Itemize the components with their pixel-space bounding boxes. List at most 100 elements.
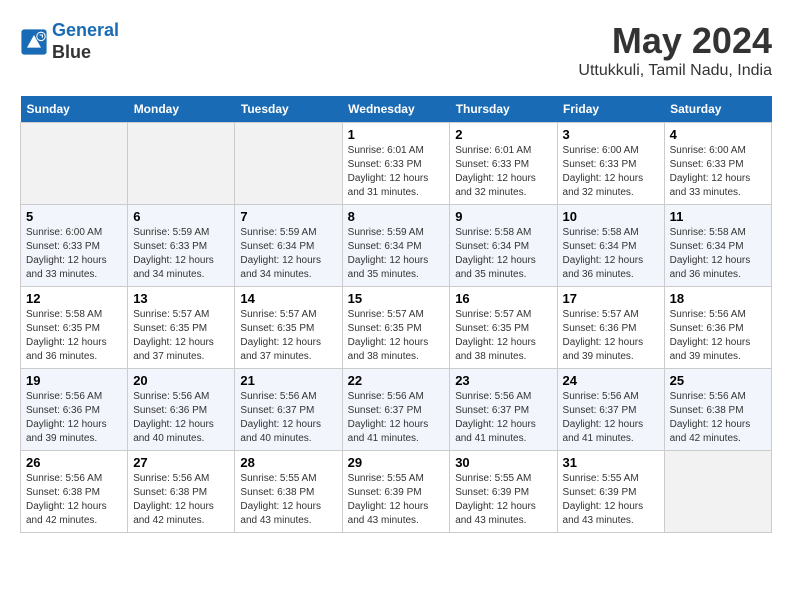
day-number: 31 <box>563 455 659 470</box>
calendar-cell: 13 Sunrise: 5:57 AMSunset: 6:35 PMDayligh… <box>128 287 235 369</box>
day-info: Sunrise: 5:55 AMSunset: 6:39 PMDaylight:… <box>348 472 445 528</box>
day-info: Sunrise: 5:59 AMSunset: 6:33 PMDaylight:… <box>133 226 229 282</box>
week-row-5: 26 Sunrise: 5:56 AMSunset: 6:38 PMDayligh… <box>21 451 772 533</box>
day-info: Sunrise: 5:57 AMSunset: 6:35 PMDaylight:… <box>240 308 336 364</box>
day-number: 21 <box>240 373 336 388</box>
calendar-header: SundayMondayTuesdayWednesdayThursdayFrid… <box>21 96 772 123</box>
day-number: 23 <box>455 373 551 388</box>
day-info: Sunrise: 5:57 AMSunset: 6:35 PMDaylight:… <box>455 308 551 364</box>
day-header-wednesday: Wednesday <box>342 96 450 123</box>
day-number: 6 <box>133 209 229 224</box>
day-info: Sunrise: 6:00 AMSunset: 6:33 PMDaylight:… <box>563 144 659 200</box>
day-number: 24 <box>563 373 659 388</box>
day-info: Sunrise: 6:01 AMSunset: 6:33 PMDaylight:… <box>455 144 551 200</box>
calendar-cell: 7 Sunrise: 5:59 AMSunset: 6:34 PMDaylight… <box>235 205 342 287</box>
day-info: Sunrise: 5:55 AMSunset: 6:39 PMDaylight:… <box>563 472 659 528</box>
day-info: Sunrise: 5:56 AMSunset: 6:38 PMDaylight:… <box>26 472 122 528</box>
day-number: 18 <box>670 291 766 306</box>
calendar-cell: 19Sunrise: 5:56 AMSunset: 6:36 PMDayligh… <box>21 369 128 451</box>
calendar-cell: 10Sunrise: 5:58 AMSunset: 6:34 PMDayligh… <box>557 205 664 287</box>
day-info: Sunrise: 5:58 AMSunset: 6:35 PMDaylight:… <box>26 308 122 364</box>
calendar-cell: 14 Sunrise: 5:57 AMSunset: 6:35 PMDayligh… <box>235 287 342 369</box>
calendar-cell: 31 Sunrise: 5:55 AMSunset: 6:39 PMDayligh… <box>557 451 664 533</box>
calendar-cell: 25 Sunrise: 5:56 AMSunset: 6:38 PMDayligh… <box>664 369 771 451</box>
day-info: Sunrise: 5:56 AMSunset: 6:38 PMDaylight:… <box>133 472 229 528</box>
calendar-cell: 15 Sunrise: 5:57 AMSunset: 6:35 PMDayligh… <box>342 287 450 369</box>
day-number: 8 <box>348 209 445 224</box>
day-info: Sunrise: 5:59 AMSunset: 6:34 PMDaylight:… <box>240 226 336 282</box>
day-number: 20 <box>133 373 229 388</box>
day-number: 29 <box>348 455 445 470</box>
day-info: Sunrise: 5:56 AMSunset: 6:37 PMDaylight:… <box>563 390 659 446</box>
calendar-cell: 24 Sunrise: 5:56 AMSunset: 6:37 PMDayligh… <box>557 369 664 451</box>
calendar-cell: 20Sunrise: 5:56 AMSunset: 6:36 PMDayligh… <box>128 369 235 451</box>
day-info: Sunrise: 5:57 AMSunset: 6:35 PMDaylight:… <box>348 308 445 364</box>
title-block: May 2024 Uttukkuli, Tamil Nadu, India <box>578 20 772 80</box>
day-info: Sunrise: 5:55 AMSunset: 6:38 PMDaylight:… <box>240 472 336 528</box>
day-info: Sunrise: 5:57 AMSunset: 6:36 PMDaylight:… <box>563 308 659 364</box>
day-number: 3 <box>563 127 659 142</box>
calendar-cell: 28 Sunrise: 5:55 AMSunset: 6:38 PMDayligh… <box>235 451 342 533</box>
day-number: 4 <box>670 127 766 142</box>
day-info: Sunrise: 5:56 AMSunset: 6:38 PMDaylight:… <box>670 390 766 446</box>
day-number: 2 <box>455 127 551 142</box>
calendar-cell: 30Sunrise: 5:55 AMSunset: 6:39 PMDayligh… <box>450 451 557 533</box>
day-number: 28 <box>240 455 336 470</box>
day-info: Sunrise: 5:57 AMSunset: 6:35 PMDaylight:… <box>133 308 229 364</box>
day-number: 16 <box>455 291 551 306</box>
calendar-cell: 12 Sunrise: 5:58 AMSunset: 6:35 PMDayligh… <box>21 287 128 369</box>
logo-line1: General <box>52 20 119 40</box>
calendar-cell: 16 Sunrise: 5:57 AMSunset: 6:35 PMDayligh… <box>450 287 557 369</box>
day-number: 25 <box>670 373 766 388</box>
calendar-cell <box>664 451 771 533</box>
calendar-cell: 4 Sunrise: 6:00 AMSunset: 6:33 PMDaylight… <box>664 123 771 205</box>
page-header: General Blue May 2024 Uttukkuli, Tamil N… <box>20 20 772 80</box>
week-row-2: 5 Sunrise: 6:00 AMSunset: 6:33 PMDaylight… <box>21 205 772 287</box>
calendar-cell: 29 Sunrise: 5:55 AMSunset: 6:39 PMDayligh… <box>342 451 450 533</box>
day-number: 12 <box>26 291 122 306</box>
calendar-cell: 8Sunrise: 5:59 AMSunset: 6:34 PMDaylight… <box>342 205 450 287</box>
day-info: Sunrise: 5:56 AMSunset: 6:36 PMDaylight:… <box>670 308 766 364</box>
day-number: 22 <box>348 373 445 388</box>
location: Uttukkuli, Tamil Nadu, India <box>578 62 772 80</box>
day-number: 30 <box>455 455 551 470</box>
day-number: 26 <box>26 455 122 470</box>
calendar-cell: 11Sunrise: 5:58 AMSunset: 6:34 PMDayligh… <box>664 205 771 287</box>
day-header-friday: Friday <box>557 96 664 123</box>
day-number: 13 <box>133 291 229 306</box>
day-info: Sunrise: 5:58 AMSunset: 6:34 PMDaylight:… <box>563 226 659 282</box>
calendar-cell: 18 Sunrise: 5:56 AMSunset: 6:36 PMDayligh… <box>664 287 771 369</box>
day-number: 5 <box>26 209 122 224</box>
week-row-4: 19Sunrise: 5:56 AMSunset: 6:36 PMDayligh… <box>21 369 772 451</box>
week-row-1: 1 Sunrise: 6:01 AMSunset: 6:33 PMDaylight… <box>21 123 772 205</box>
day-info: Sunrise: 6:00 AMSunset: 6:33 PMDaylight:… <box>26 226 122 282</box>
logo: General Blue <box>20 20 119 63</box>
calendar-cell: 21 Sunrise: 5:56 AMSunset: 6:37 PMDayligh… <box>235 369 342 451</box>
day-number: 1 <box>348 127 445 142</box>
day-info: Sunrise: 5:56 AMSunset: 6:37 PMDaylight:… <box>348 390 445 446</box>
day-header-tuesday: Tuesday <box>235 96 342 123</box>
day-info: Sunrise: 6:01 AMSunset: 6:33 PMDaylight:… <box>348 144 445 200</box>
day-header-saturday: Saturday <box>664 96 771 123</box>
calendar-cell: 2 Sunrise: 6:01 AMSunset: 6:33 PMDaylight… <box>450 123 557 205</box>
calendar-cell <box>128 123 235 205</box>
day-number: 17 <box>563 291 659 306</box>
day-number: 7 <box>240 209 336 224</box>
day-number: 14 <box>240 291 336 306</box>
month-title: May 2024 <box>578 20 772 62</box>
days-of-week-row: SundayMondayTuesdayWednesdayThursdayFrid… <box>21 96 772 123</box>
day-header-thursday: Thursday <box>450 96 557 123</box>
day-info: Sunrise: 6:00 AMSunset: 6:33 PMDaylight:… <box>670 144 766 200</box>
calendar-cell: 26 Sunrise: 5:56 AMSunset: 6:38 PMDayligh… <box>21 451 128 533</box>
calendar-cell: 22 Sunrise: 5:56 AMSunset: 6:37 PMDayligh… <box>342 369 450 451</box>
calendar-body: 1 Sunrise: 6:01 AMSunset: 6:33 PMDaylight… <box>21 123 772 533</box>
day-number: 15 <box>348 291 445 306</box>
day-info: Sunrise: 5:56 AMSunset: 6:37 PMDaylight:… <box>240 390 336 446</box>
day-header-monday: Monday <box>128 96 235 123</box>
day-info: Sunrise: 5:58 AMSunset: 6:34 PMDaylight:… <box>455 226 551 282</box>
calendar-table: SundayMondayTuesdayWednesdayThursdayFrid… <box>20 96 772 533</box>
logo-icon <box>20 28 48 56</box>
logo-text: General Blue <box>52 20 119 63</box>
calendar-cell: 17 Sunrise: 5:57 AMSunset: 6:36 PMDayligh… <box>557 287 664 369</box>
week-row-3: 12 Sunrise: 5:58 AMSunset: 6:35 PMDayligh… <box>21 287 772 369</box>
